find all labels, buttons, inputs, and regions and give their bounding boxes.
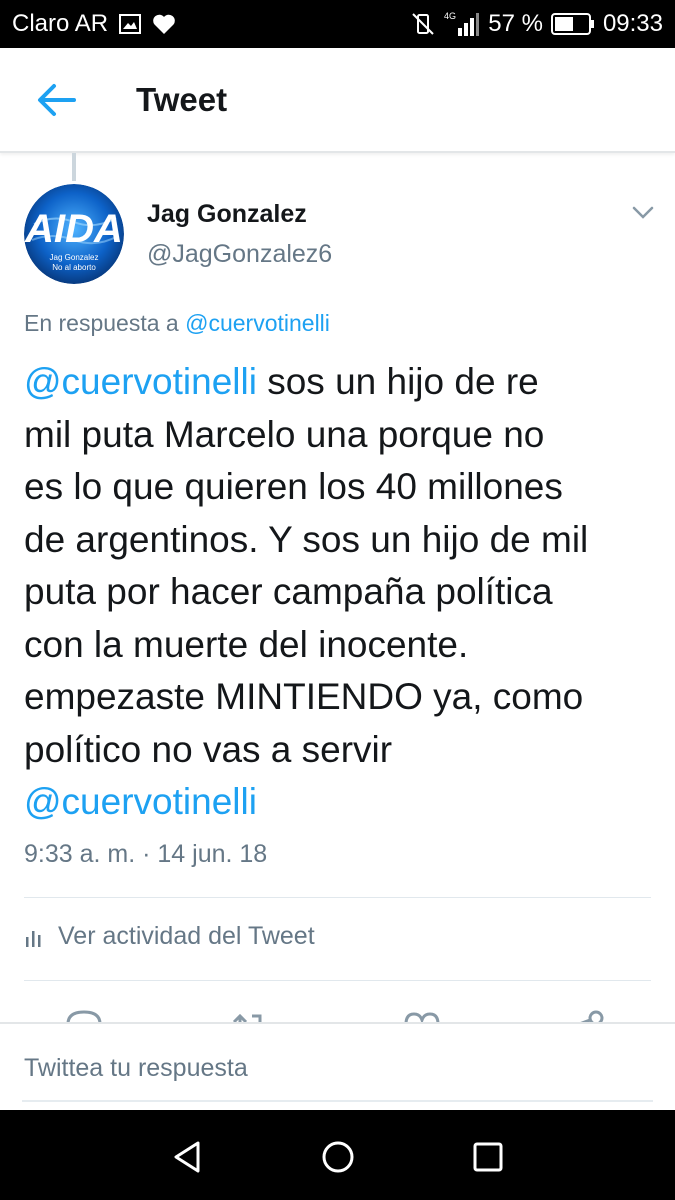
avatar-caption-2: No al aborto: [52, 263, 96, 272]
retweet-icon: [232, 1013, 262, 1022]
mention-link[interactable]: @cuervotinelli: [24, 361, 257, 402]
tweet-actions: [0, 1008, 675, 1022]
tweet-line-4: de argentinos. Y sos un hijo de mil: [24, 518, 589, 560]
reply-context: En respuesta a @cuervotinelli: [24, 310, 330, 337]
carrier-label: Claro AR: [12, 10, 109, 37]
divider: [24, 980, 651, 981]
status-left: Claro AR: [12, 10, 176, 38]
view-activity-button[interactable]: Ver actividad del Tweet: [24, 922, 315, 951]
author-name[interactable]: Jag Gonzalez: [147, 200, 307, 229]
image-notification-icon: [118, 12, 142, 36]
tweet-line-3: es lo que quieren los 40 millones: [24, 466, 563, 507]
circle-home-icon: [322, 1141, 354, 1173]
tweet-line-1: @cuervotinelli sos un hijo de re: [24, 356, 664, 409]
activity-label: Ver actividad del Tweet: [58, 922, 315, 950]
battery-percent: 57 %: [488, 10, 543, 37]
app-bar: Tweet: [0, 48, 675, 153]
like-button[interactable]: [402, 1008, 442, 1022]
arrow-left-icon: [38, 83, 76, 116]
avatar[interactable]: AIDA Jag Gonzalez No al aborto: [24, 184, 124, 284]
reply-button[interactable]: [64, 1008, 104, 1022]
avatar-logo-text: AIDA: [24, 207, 123, 251]
status-bar: Claro AR 4G 57 % 09:33: [0, 0, 675, 48]
battery-icon: [550, 12, 595, 36]
heart-icon: [404, 1012, 440, 1022]
divider: [24, 897, 651, 898]
page-title: Tweet: [136, 80, 228, 118]
screen: Claro AR 4G 57 % 09:33 Tweet AIDA Jag Go…: [0, 0, 675, 1200]
thread-connector: [72, 153, 76, 181]
clock: 09:33: [602, 10, 663, 37]
mention-link[interactable]: @cuervotinelli: [24, 781, 257, 822]
tweet-menu-button[interactable]: [628, 198, 658, 228]
nav-back-button[interactable]: [163, 1132, 213, 1182]
reply-input[interactable]: Twittea tu respuesta: [24, 1054, 248, 1083]
avatar-caption-1: Jag Gonzalez: [50, 253, 99, 262]
heart-notification-icon: [152, 13, 176, 35]
tweet-text: @cuervotinelli sos un hijo de re mil put…: [24, 356, 664, 829]
signal-icon: 4G: [444, 10, 480, 38]
status-right: 4G 57 % 09:33: [410, 10, 663, 38]
tweet-line-7: empezaste MINTIENDO ya, como: [24, 676, 584, 717]
retweet-button[interactable]: [230, 1008, 270, 1022]
share-icon: [580, 1010, 604, 1022]
navigation-bar: [0, 1110, 675, 1200]
back-button[interactable]: [0, 47, 112, 152]
analytics-icon: [26, 930, 41, 947]
vibrate-muted-icon: [410, 11, 436, 37]
tweet-line-5: puta por hacer campaña política: [24, 571, 553, 612]
reply-input-underline: [22, 1100, 653, 1102]
author-handle[interactable]: @JagGonzalez6: [147, 240, 332, 269]
chevron-down-icon: [632, 206, 654, 219]
reply-icon: [66, 1010, 102, 1022]
reply-to-prefix: En respuesta a: [24, 310, 179, 336]
network-type-label: 4G: [444, 11, 456, 21]
share-button[interactable]: [570, 1008, 610, 1022]
tweet-line-6: con la muerte del inocente.: [24, 623, 469, 665]
tweet-line-8: político no vas a servir: [24, 728, 393, 770]
nav-home-button[interactable]: [313, 1132, 363, 1182]
square-recents-icon: [473, 1142, 503, 1172]
reply-to-mention[interactable]: @cuervotinelli: [185, 310, 330, 336]
tweet-timestamp: 9:33 a. m. · 14 jun. 18: [24, 840, 268, 868]
tweet-text-segment: sos un hijo de re: [256, 361, 539, 402]
nav-recents-button[interactable]: [463, 1132, 513, 1182]
triangle-back-icon: [174, 1141, 200, 1173]
reply-composer: Twittea tu respuesta: [0, 1022, 675, 1110]
tweet-line-2: mil puta Marcelo una porque no: [24, 413, 545, 455]
tweet-line-9: @cuervotinelli: [24, 776, 664, 829]
